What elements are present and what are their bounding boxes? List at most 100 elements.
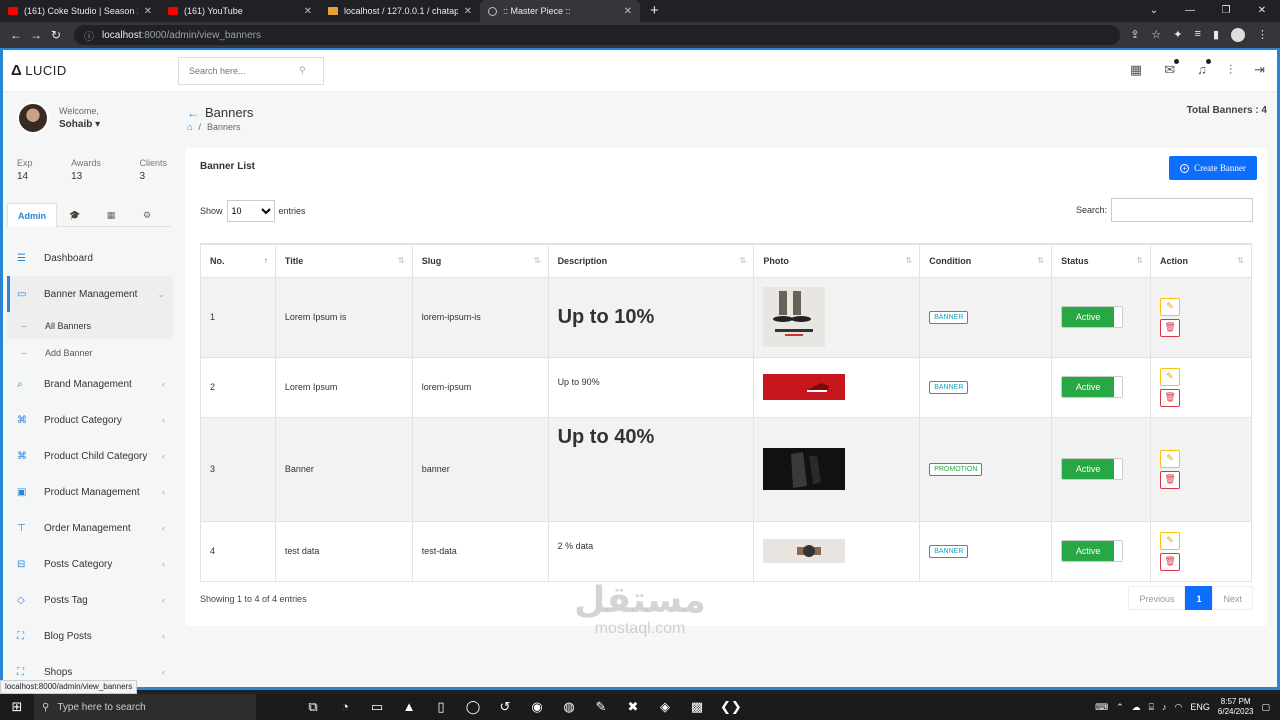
sidebar-item-blog-posts[interactable]: ⛶ Blog Posts ‹ [7, 618, 173, 654]
browser-tab[interactable]: (161) YouTube ✕ [160, 0, 320, 22]
search-icon[interactable]: ⚲ [299, 65, 306, 76]
app-icon[interactable]: ◈ [656, 699, 674, 715]
column-header-condition[interactable]: Condition ⇅ [919, 243, 1053, 278]
table-search-input[interactable] [1111, 198, 1253, 222]
grid-icon[interactable]: ▦ [93, 203, 129, 227]
gear-icon[interactable]: ⚙ [129, 203, 165, 227]
status-toggle[interactable]: Active [1061, 376, 1124, 398]
sidebar-item-product-management[interactable]: ▣ Product Management ‹ [7, 474, 173, 510]
graduation-cap-icon[interactable]: 🎓 [57, 203, 93, 227]
address-bar[interactable]: ⓘ localhost:8000/admin/view_banners [74, 25, 1121, 45]
close-icon[interactable]: ✕ [304, 6, 312, 17]
edit-icon[interactable]: ✎ [1160, 297, 1181, 316]
windows-start-icon[interactable]: ⊞ [0, 699, 34, 715]
restore-icon[interactable]: ❐ [1208, 0, 1244, 22]
app-icon[interactable]: ▩ [688, 699, 706, 715]
close-icon[interactable]: ✕ [464, 6, 472, 17]
status-toggle[interactable]: Active [1061, 540, 1124, 562]
sidebar-item-posts-tag[interactable]: ◇ Posts Tag ‹ [7, 582, 173, 618]
trash-icon[interactable]: 🗑 [1160, 552, 1181, 571]
minimize-icon[interactable]: — [1172, 0, 1208, 22]
column-header-no[interactable]: No. ↑ [200, 243, 276, 278]
menu-dots-icon[interactable]: ⋮ [1257, 28, 1268, 42]
sidebar-item-product-category[interactable]: ⌘ Product Category ‹ [7, 402, 173, 438]
star-icon[interactable]: ☆ [1151, 28, 1161, 42]
info-icon[interactable]: ⓘ [84, 28, 94, 43]
pagination-page-1[interactable]: 1 [1185, 586, 1213, 610]
status-toggle[interactable]: Active [1061, 458, 1124, 480]
app-icon[interactable]: ↺ [496, 699, 514, 715]
cloud-icon[interactable]: ☁ [1132, 702, 1141, 713]
create-banner-button[interactable]: + Create Banner [1169, 156, 1257, 180]
vlc-icon[interactable]: ▲ [400, 699, 418, 715]
close-icon[interactable]: ✕ [624, 6, 632, 17]
sidebar-item-posts-category[interactable]: ⊟ Posts Category ‹ [7, 546, 173, 582]
column-header-slug[interactable]: Slug ⇅ [412, 243, 549, 278]
sidebar-item-all-banners[interactable]: -- All Banners [7, 312, 173, 339]
edit-icon[interactable]: ✎ [1160, 367, 1181, 386]
tab-admin[interactable]: Admin [7, 203, 57, 227]
arrow-left-icon[interactable]: ← [187, 106, 199, 120]
obs-icon[interactable]: ◉ [528, 699, 546, 715]
sidebar-item-banner-management[interactable]: ▭ Banner Management ⌄ [7, 276, 173, 312]
chevron-up-icon[interactable]: ⌃ [1116, 702, 1124, 713]
column-header-title[interactable]: Title ⇅ [275, 243, 413, 278]
profile-avatar[interactable] [1231, 28, 1245, 42]
trash-icon[interactable]: 🗑 [1160, 388, 1181, 407]
wifi-icon[interactable]: ◠ [1175, 702, 1183, 713]
chevron-down-icon[interactable]: ⌄ [1136, 0, 1172, 22]
column-header-description[interactable]: Description ⇅ [548, 243, 755, 278]
language-icon[interactable]: ENG [1190, 702, 1210, 712]
pagination-next[interactable]: Next [1212, 586, 1253, 610]
clock[interactable]: 8:57 PM 6/24/2023 [1218, 697, 1254, 717]
app-icon[interactable]: ✎ [592, 699, 610, 715]
forward-icon[interactable]: → [26, 28, 46, 42]
edit-icon[interactable]: ✎ [1160, 531, 1181, 550]
share-icon[interactable]: ⇪ [1130, 28, 1139, 42]
sidebar-item-add-banner[interactable]: -- Add Banner [7, 339, 173, 366]
brand-logo[interactable]: Δ LUCID [3, 62, 178, 79]
file-explorer-icon[interactable]: ▭ [368, 699, 386, 715]
pagination-previous[interactable]: Previous [1128, 586, 1186, 610]
column-header-action[interactable]: Action ⇅ [1150, 243, 1252, 278]
browser-tab-active[interactable]: :: Master Piece :: ✕ [480, 0, 640, 22]
mail-icon[interactable]: ✉ [1164, 59, 1180, 78]
user-dropdown[interactable]: Sohaib ▾ [59, 119, 100, 130]
column-header-status[interactable]: Status ⇅ [1051, 243, 1152, 278]
status-toggle[interactable]: Active [1061, 306, 1124, 328]
network-icon[interactable]: ⌸ [1149, 702, 1154, 713]
sliders-icon[interactable]: ⫶ [1229, 62, 1232, 78]
search-input[interactable] [189, 65, 299, 76]
calendar-icon[interactable]: ▦ [1130, 62, 1142, 78]
xampp-icon[interactable]: ✖ [624, 699, 642, 715]
close-window-icon[interactable]: ✕ [1244, 0, 1280, 22]
document-icon[interactable]: ▯ [432, 699, 450, 715]
whatsapp-icon[interactable]: ◯ [464, 699, 482, 715]
trash-icon[interactable]: 🗑 [1160, 470, 1181, 489]
page-size-select[interactable]: 10 [226, 200, 275, 222]
sidebar-item-dashboard[interactable]: ☰ Dashboard [7, 240, 173, 276]
vscode-icon[interactable]: ❮❯ [720, 699, 742, 715]
reading-list-icon[interactable]: ≡ [1195, 28, 1201, 42]
notification-icon[interactable]: ▢ [1261, 702, 1270, 713]
back-icon[interactable]: ← [6, 28, 26, 42]
keyboard-icon[interactable]: ⌨ [1095, 702, 1108, 713]
trash-icon[interactable]: 🗑 [1160, 318, 1181, 337]
logout-icon[interactable]: ⇥ [1254, 62, 1265, 78]
taskbar-search[interactable]: ⚲ Type here to search [34, 694, 256, 720]
sidebar-item-product-child-category[interactable]: ⌘ Product Child Category ‹ [7, 438, 173, 474]
home-icon[interactable]: ⌂ [187, 122, 192, 132]
puzzle-icon[interactable]: ✦ [1173, 28, 1182, 42]
volume-icon[interactable]: ♪ [1162, 702, 1167, 712]
chrome-icon[interactable]: ◍ [560, 699, 578, 715]
task-view-icon[interactable]: ⧉ [304, 699, 322, 715]
edge-icon[interactable]: ◔ [336, 699, 354, 715]
sidepanel-icon[interactable]: ▮ [1213, 28, 1219, 42]
browser-tab[interactable]: localhost / 127.0.0.1 / chatapplic✕ [320, 0, 480, 22]
browser-tab[interactable]: (161) Coke Studio | Season 14 | T✕ [0, 0, 160, 22]
edit-icon[interactable]: ✎ [1160, 449, 1181, 468]
reload-icon[interactable]: ↻ [46, 28, 66, 42]
sidebar-item-brand-management[interactable]: ⌕ Brand Management ‹ [7, 366, 173, 402]
sidebar-item-order-management[interactable]: ⊤ Order Management ‹ [7, 510, 173, 546]
close-icon[interactable]: ✕ [144, 6, 152, 17]
